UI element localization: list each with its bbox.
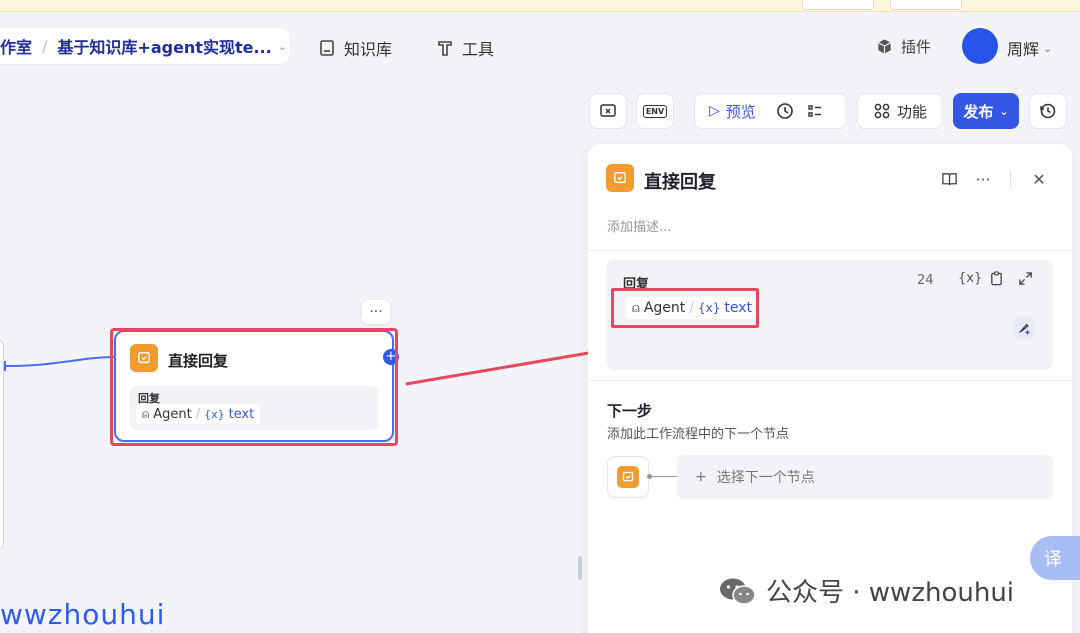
divider (588, 380, 1072, 381)
current-node-badge (607, 456, 649, 498)
node-variable-name: text (228, 406, 255, 422)
publish-label: 发布 (963, 102, 994, 121)
preview-button[interactable]: ▷ 预览 (709, 101, 756, 122)
notice-button-2[interactable] (890, 0, 962, 10)
plugin-button[interactable]: 插件 (876, 36, 931, 57)
node-edge (4, 356, 117, 371)
grid-icon (874, 103, 890, 119)
corner-watermark: wwzhouhui (0, 598, 166, 631)
ai-write-icon[interactable] (1012, 316, 1036, 340)
chevron-down-icon: ⌄ (1043, 41, 1053, 55)
tool-icon (438, 41, 452, 56)
node-content: 回复 ⍝ Agent / {x} text (130, 386, 378, 430)
node-config-panel: 直接回复 ··· ✕ 添加描述... 回复 24 {x} ⍝ Agent / {… (588, 144, 1072, 633)
reply-variable-name: text (724, 300, 752, 316)
user-menu[interactable]: 周辉 ⌄ (1007, 36, 1052, 60)
top-bar: 作室 / 基于知识库+agent实现te... ⌄ 知识库 工具 插件 周辉 ⌄ (0, 12, 1080, 80)
divider (588, 250, 1072, 251)
more-icon[interactable]: ··· (972, 168, 994, 190)
clear-button[interactable] (589, 93, 627, 129)
wechat-logo (720, 578, 756, 605)
connector-dot (647, 474, 652, 479)
nav-tools-label: 工具 (462, 40, 495, 59)
watermark-text: 公众号 · wwzhouhui (766, 578, 1015, 608)
publish-button[interactable]: 发布 ⌄ (953, 93, 1019, 129)
header-divider (1010, 171, 1011, 187)
nav-tools[interactable]: 工具 (436, 36, 494, 60)
clipboard-icon[interactable] (989, 271, 1004, 290)
next-step-title: 下一步 (607, 402, 653, 420)
checklist-icon[interactable] (806, 102, 824, 120)
breadcrumb-project[interactable]: 基于知识库+agent实现te... (57, 34, 271, 58)
chip-separator: / (195, 406, 201, 422)
features-button[interactable]: 功能 (857, 93, 943, 129)
next-step-description: 添加此工作流程中的下一个节点 (607, 427, 790, 442)
node-more-button[interactable]: ··· (362, 300, 390, 324)
features-label: 功能 (896, 102, 927, 121)
reply-editor[interactable]: 回复 24 {x} ⍝ Agent / {x} text (606, 260, 1053, 370)
reply-source: Agent (643, 300, 686, 316)
description-field[interactable]: 添加描述... (607, 216, 671, 235)
book-open-icon[interactable] (938, 168, 960, 190)
panel-resize-handle[interactable] (578, 556, 582, 580)
play-icon: ▷ (709, 103, 720, 119)
run-history-icon[interactable] (776, 102, 794, 120)
insert-variable-icon[interactable]: {x} (958, 271, 982, 286)
wechat-watermark: 公众号 · wwzhouhui (718, 572, 1014, 609)
select-next-node-label: 选择下一个节点 (716, 470, 815, 486)
translate-button[interactable]: 译 (1030, 536, 1080, 580)
nav-knowledge-label: 知识库 (344, 40, 393, 59)
reply-node[interactable]: 直接回复 回复 ⍝ Agent / {x} text (114, 330, 394, 442)
breadcrumb-space[interactable]: 作室 (0, 34, 32, 58)
history-button[interactable] (1029, 93, 1067, 129)
connector-line (649, 476, 677, 477)
reply-variable-chip[interactable]: ⍝ Agent / {x} text (626, 297, 758, 319)
node-variable-chip: ⍝ Agent / {x} text (136, 404, 261, 424)
reply-char-count: 24 (917, 273, 934, 288)
history-icon (1040, 103, 1056, 119)
reply-label: 回复 (623, 277, 650, 292)
env-icon: ENV (642, 104, 668, 118)
preview-group: ▷ 预览 (694, 93, 847, 129)
chevron-down-icon[interactable]: ⌄ (278, 40, 287, 53)
nav-knowledge[interactable]: 知识库 (318, 36, 392, 60)
expand-icon[interactable] (1018, 271, 1033, 290)
preview-label: 预览 (725, 102, 756, 121)
notice-button-1[interactable] (802, 0, 874, 10)
variable-icon: {x} (204, 407, 225, 421)
breadcrumb-separator: / (42, 36, 48, 56)
agent-icon: ⍝ (142, 406, 150, 421)
reply-node-icon (606, 164, 634, 192)
node-source: Agent (153, 406, 192, 422)
close-icon[interactable]: ✕ (1028, 168, 1050, 190)
clear-format-icon (600, 104, 616, 117)
username-label: 周辉 (1007, 40, 1040, 59)
cube-icon (878, 39, 891, 54)
env-button[interactable]: ENV (636, 93, 674, 129)
variable-icon: {x} (697, 301, 721, 315)
notice-banner (0, 0, 1080, 12)
avatar[interactable] (962, 28, 998, 64)
agent-icon: ⍝ (632, 300, 640, 316)
plus-icon: + (695, 469, 707, 485)
reply-node-icon (130, 344, 158, 372)
select-next-node-button[interactable]: + 选择下一个节点 (677, 455, 1053, 499)
chevron-down-icon: ⌄ (999, 104, 1009, 118)
reply-node-icon (617, 466, 639, 488)
add-next-node-port[interactable]: + (383, 349, 399, 365)
plugin-label: 插件 (901, 38, 932, 56)
panel-title[interactable]: 直接回复 (644, 168, 716, 194)
chip-separator: / (689, 300, 694, 316)
node-title: 直接回复 (168, 352, 229, 370)
book-icon (320, 40, 334, 56)
breadcrumb[interactable]: 作室 / 基于知识库+agent实现te... ⌄ (0, 28, 290, 64)
